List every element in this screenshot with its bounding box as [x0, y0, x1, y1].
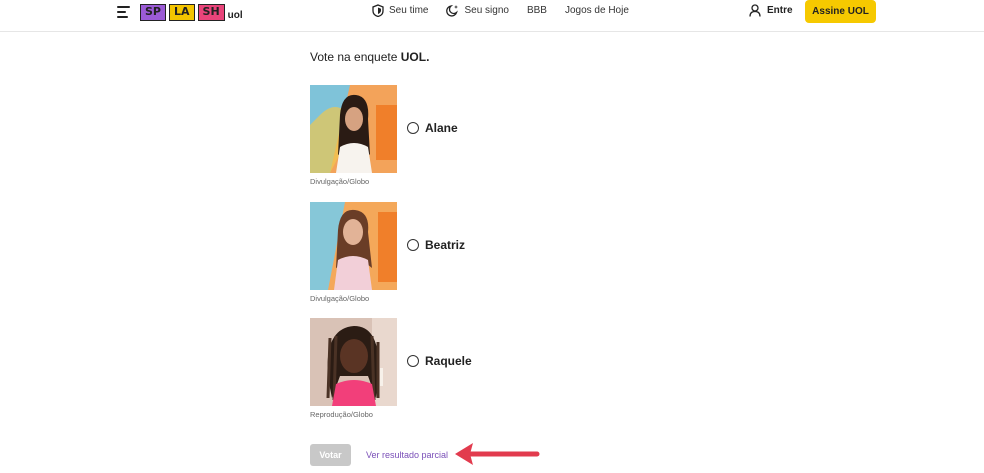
subscribe-button[interactable]: Assine UOL [805, 0, 876, 23]
nav-label: Seu time [389, 5, 429, 16]
option-label[interactable]: Raquele [425, 354, 472, 368]
red-arrow-annotation [455, 443, 540, 465]
splash-logo[interactable]: SP LA SH uol [140, 3, 243, 21]
poll-option-alane[interactable]: Divulgação/Globo Alane [310, 85, 610, 186]
poll-option-raquele[interactable]: Reprodução/Globo Raquele [310, 318, 610, 419]
login-label: Entre [767, 5, 793, 16]
nav-label: Jogos de Hoje [564, 5, 629, 16]
radio-button[interactable] [407, 122, 419, 134]
nav-bbb[interactable]: BBB [527, 5, 547, 16]
nav-label: BBB [526, 5, 547, 16]
photo-alane [310, 85, 397, 173]
poll-title: Vote na enquete UOL. [310, 50, 429, 64]
nav-seu-signo[interactable]: Seu signo [446, 4, 509, 17]
photo-credit: Divulgação/Globo [310, 177, 370, 186]
poll-option-beatriz[interactable]: Divulgação/Globo Beatriz [310, 202, 610, 303]
radio-button[interactable] [407, 355, 419, 367]
partial-results-link[interactable]: Ver resultado parcial [366, 450, 448, 460]
hamburger-menu-icon[interactable] [117, 6, 130, 18]
user-icon [749, 4, 761, 17]
nav-seu-time[interactable]: Seu time [372, 4, 428, 17]
photo-credit: Divulgação/Globo [310, 294, 370, 303]
logo-block-1: SP [140, 4, 166, 21]
poll-title-brand: UOL. [400, 50, 430, 64]
radio-button[interactable] [407, 239, 419, 251]
nav-jogos-de-hoje[interactable]: Jogos de Hoje [565, 5, 629, 16]
main-nav: Seu time Seu signo BBB Jogos de Hoje [372, 4, 647, 17]
option-label[interactable]: Beatriz [425, 238, 465, 252]
logo-uol: uol [227, 10, 243, 21]
option-label[interactable]: Alane [425, 121, 458, 135]
logo-block-2: LA [168, 4, 195, 21]
shield-icon [372, 4, 384, 17]
nav-label: Seu signo [464, 5, 509, 16]
photo-beatriz [310, 202, 397, 290]
top-header: SP LA SH uol Seu time Seu signo BBB Jogo… [0, 0, 984, 32]
vote-button[interactable]: Votar [310, 444, 351, 466]
photo-credit: Reprodução/Globo [310, 410, 373, 419]
poll-title-prefix: Vote na enquete [310, 50, 401, 64]
moon-star-icon [446, 5, 459, 17]
photo-raquele [310, 318, 397, 406]
logo-block-3: SH [197, 4, 225, 21]
login-link[interactable]: Entre [749, 4, 793, 17]
